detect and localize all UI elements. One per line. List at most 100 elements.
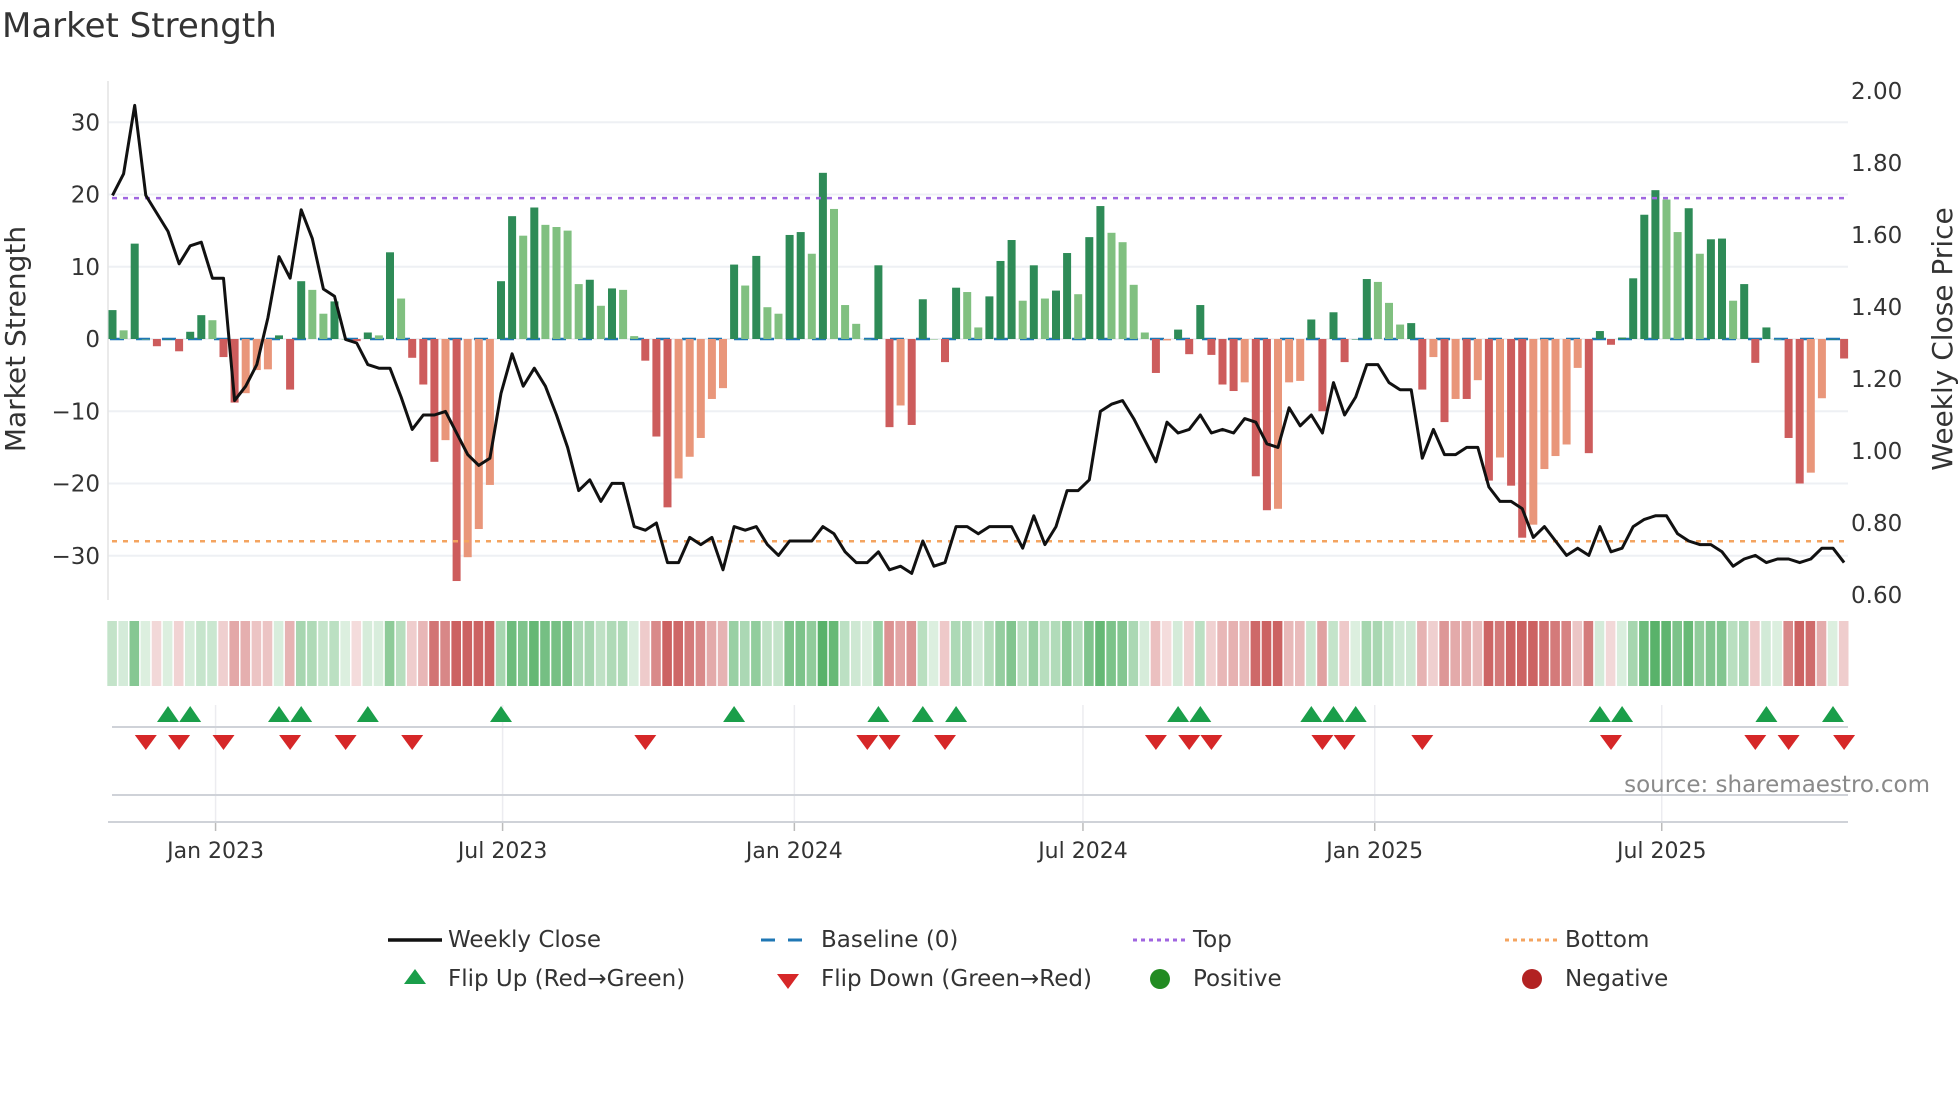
- y2-tick-label: 0.80: [1851, 511, 1902, 537]
- strength-bar: [630, 336, 639, 339]
- strength-bar: [952, 287, 961, 339]
- strength-strip-cell: [695, 621, 706, 686]
- strength-strip-cell: [1616, 621, 1627, 686]
- strength-strip-cell: [451, 621, 461, 686]
- strength-bar: [1140, 332, 1149, 339]
- flip-down-marker: [1333, 735, 1356, 750]
- chart-title: Market Strength: [2, 6, 277, 46]
- flip-down-marker: [1411, 735, 1434, 750]
- y2-tick-label: 2.00: [1851, 79, 1902, 105]
- strength-bar: [363, 332, 372, 339]
- strength-strip-cell: [1406, 621, 1416, 686]
- strength-strip-cell: [573, 621, 584, 686]
- strength-strip-cell: [462, 621, 473, 686]
- strength-strip-cell: [207, 621, 217, 686]
- strength-strip-cell: [1838, 621, 1849, 686]
- strength-strip-cell: [1106, 621, 1116, 686]
- strength-strip-cell: [1084, 621, 1094, 686]
- strength-bar: [941, 339, 949, 363]
- strength-strip-cell: [484, 621, 495, 686]
- strength-strip-cell: [1750, 621, 1760, 686]
- strength-strip-cell: [1628, 621, 1638, 686]
- strength-bar: [763, 307, 772, 339]
- flip-down-marker: [401, 735, 424, 750]
- strength-bar: [374, 335, 383, 339]
- y2-tick-label: 1.00: [1851, 439, 1902, 465]
- strength-bar: [1018, 300, 1027, 339]
- strength-bar: [1074, 294, 1083, 339]
- flip-down-marker: [1600, 735, 1622, 750]
- flip-up-marker: [179, 706, 202, 722]
- y-axis-label: Market Strength: [0, 226, 32, 452]
- strength-bar: [1551, 339, 1560, 457]
- strength-bar: [1063, 253, 1072, 339]
- strength-bar: [841, 305, 850, 339]
- flip-up-marker: [867, 706, 890, 722]
- strength-bar: [1662, 199, 1671, 339]
- strength-bar: [208, 320, 217, 339]
- strength-strip-cell: [1006, 621, 1016, 686]
- strength-strip-cell: [1450, 621, 1460, 686]
- strength-bar: [1473, 339, 1482, 381]
- strength-strip-cell: [196, 621, 206, 686]
- flip-up-marker: [157, 706, 179, 722]
- strength-strip-cell: [418, 621, 428, 686]
- strength-strip-cell: [284, 621, 295, 686]
- strength-strip-cell: [1639, 621, 1649, 686]
- strength-bar: [485, 339, 494, 485]
- strength-strip-cell: [1150, 621, 1161, 686]
- strength-bar: [1029, 265, 1038, 339]
- strength-strip-cell: [1184, 621, 1194, 686]
- strength-strip-cell: [1117, 621, 1127, 686]
- strength-bar: [752, 255, 761, 339]
- strength-strip-cell: [1494, 621, 1505, 686]
- strength-strip-cell: [1217, 621, 1227, 686]
- strength-bar: [497, 281, 505, 339]
- strength-bar: [707, 339, 716, 399]
- strength-strip-cell: [329, 621, 339, 686]
- strength-strip-cell: [362, 621, 373, 686]
- strength-strip-cell: [1372, 621, 1383, 686]
- strength-strip-cell: [1716, 621, 1727, 686]
- strength-bar: [1240, 339, 1249, 383]
- strength-bar: [297, 281, 306, 339]
- strength-bar: [519, 235, 528, 339]
- market-strength-chart: 30 20 10 0 −10 −20 −30 2.00 1.80 1.60 1.40 1.20 1.00…: [0, 79, 1959, 864]
- strength-bar: [1462, 339, 1471, 399]
- strength-strip-cell: [1517, 621, 1527, 686]
- flip-down-marker: [334, 735, 357, 750]
- strength-strip-cell: [1328, 621, 1338, 686]
- strength-strip-cell: [129, 621, 140, 686]
- strength-bar: [541, 224, 550, 339]
- strength-bar: [1695, 253, 1704, 339]
- strength-bar: [108, 310, 117, 339]
- strength-bar: [1318, 339, 1327, 412]
- strength-bar: [918, 299, 927, 339]
- strength-bar: [585, 279, 594, 339]
- strength-bar: [774, 313, 783, 339]
- source-label: source: sharemaestro.com: [1624, 772, 1930, 798]
- strength-strip-cell: [1283, 621, 1294, 686]
- strength-strip-cell: [617, 621, 628, 686]
- strength-strip-cell: [1028, 621, 1039, 686]
- strength-bar: [1274, 339, 1282, 509]
- strength-strip-cell: [584, 621, 595, 686]
- strength-bar: [430, 339, 439, 462]
- strength-bar: [1440, 339, 1449, 423]
- strength-strip-cell: [784, 621, 794, 686]
- x-tick-label: Jan 2024: [744, 839, 843, 864]
- strength-strip-cell: [1739, 621, 1749, 686]
- y2-tick-label: 1.20: [1851, 367, 1902, 393]
- strength-bar: [1706, 239, 1715, 339]
- strength-strip-cell: [1095, 621, 1105, 686]
- flip-up-marker: [268, 706, 290, 722]
- strength-strip-cell: [1661, 621, 1671, 686]
- strength-strip-cell: [984, 621, 994, 686]
- strength-bar: [141, 339, 150, 340]
- strength-bar: [896, 339, 905, 406]
- strength-strip-cell: [873, 621, 883, 686]
- strength-bar: [663, 339, 672, 508]
- strength-bar: [741, 285, 750, 339]
- strength-strip-cell: [1550, 621, 1560, 686]
- strength-bar: [807, 253, 816, 339]
